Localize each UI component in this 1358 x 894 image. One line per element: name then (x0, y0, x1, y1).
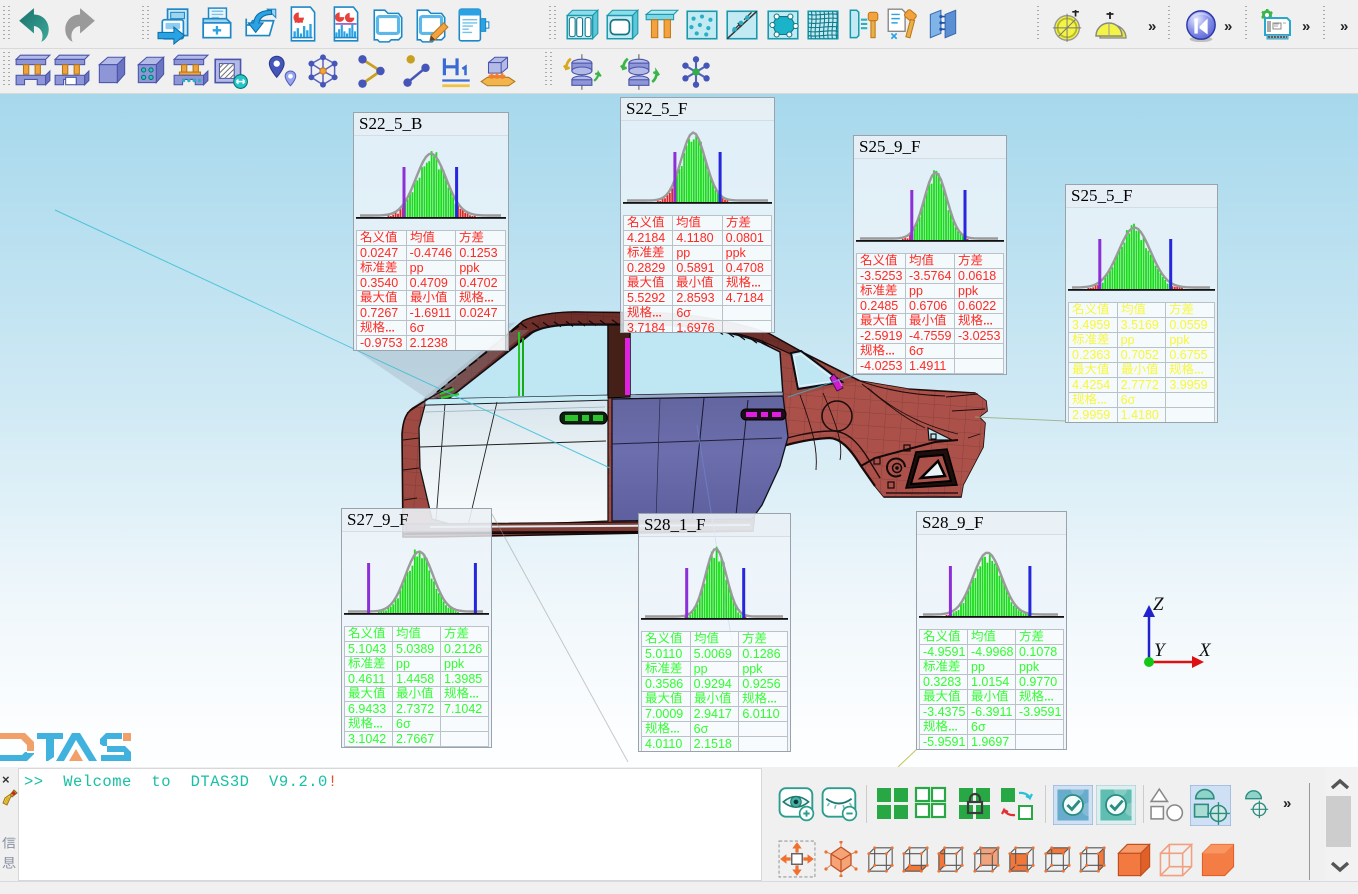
svg-text:Y: Y (1154, 640, 1167, 661)
svg-text:X: X (1198, 640, 1212, 661)
svg-text:Z: Z (1153, 594, 1164, 615)
